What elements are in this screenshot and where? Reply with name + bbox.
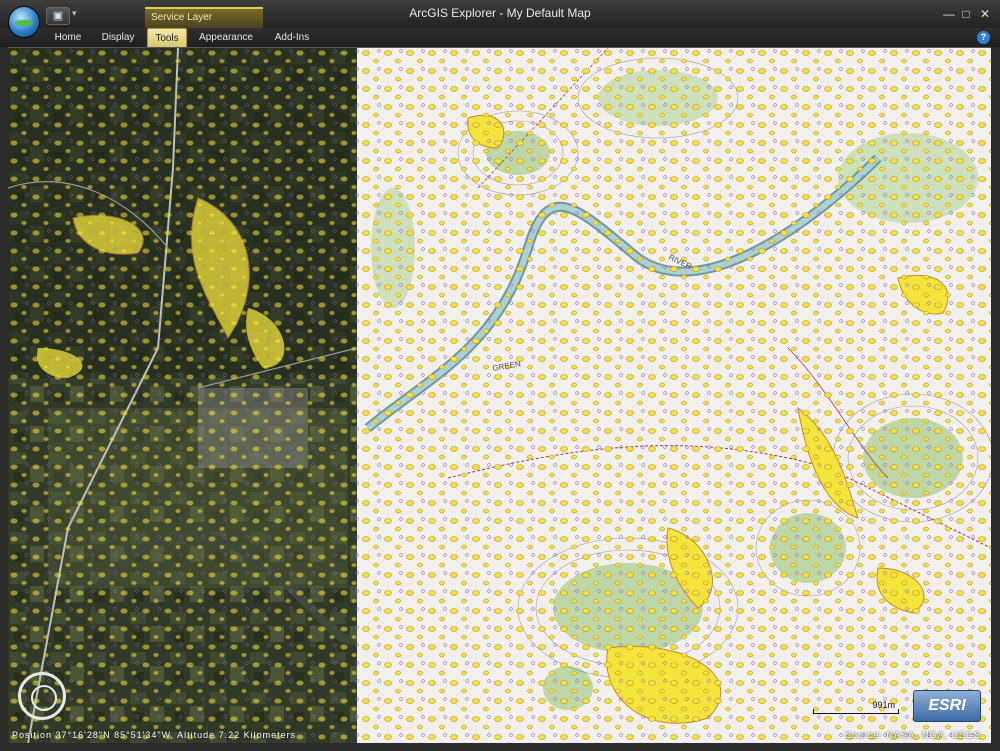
- map-canvas[interactable]: RIVER GREEN: [8, 48, 991, 743]
- esri-logo: ESRI: [913, 690, 981, 722]
- window-frame-right: [991, 47, 1000, 751]
- position-readout: Position 37°16'28"N 85°51'34"W, Altitude…: [12, 730, 297, 740]
- help-icon[interactable]: ?: [977, 31, 990, 44]
- tab-appearance[interactable]: Appearance: [193, 28, 259, 47]
- status-overlay: Position 37°16'28"N 85°51'34"W, Altitude…: [8, 729, 991, 743]
- window-frame-bottom: [0, 743, 1000, 751]
- maximize-button[interactable]: □: [958, 7, 974, 21]
- scale-bar-line: [813, 709, 899, 714]
- window-frame-left: [0, 47, 8, 751]
- satellite-imagery-panel: [8, 48, 360, 743]
- tab-home[interactable]: Home: [47, 28, 89, 47]
- tab-add-ins[interactable]: Add-Ins: [265, 28, 319, 47]
- topographic-map-panel: [357, 48, 991, 743]
- tab-tools[interactable]: Tools: [147, 28, 187, 47]
- application-menu-orb-icon[interactable]: [8, 6, 40, 38]
- source-attribution: Source: NASA, NGA, USGS: [844, 730, 981, 740]
- title-bar: ▣ ▾ Service Layer ArcGIS Explorer - My D…: [0, 0, 1000, 28]
- tab-display[interactable]: Display: [94, 28, 142, 47]
- navigation-control-icon[interactable]: [18, 672, 66, 720]
- minimize-button[interactable]: —: [941, 7, 957, 21]
- scale-bar: 991m: [813, 700, 899, 716]
- close-button[interactable]: ✕: [977, 7, 993, 21]
- map-view[interactable]: RIVER GREEN 991m ESRI: [8, 48, 991, 743]
- ribbon-tab-bar: Home Display Tools Appearance Add-Ins ?: [0, 28, 1000, 48]
- window-title: ArcGIS Explorer - My Default Map: [409, 6, 591, 20]
